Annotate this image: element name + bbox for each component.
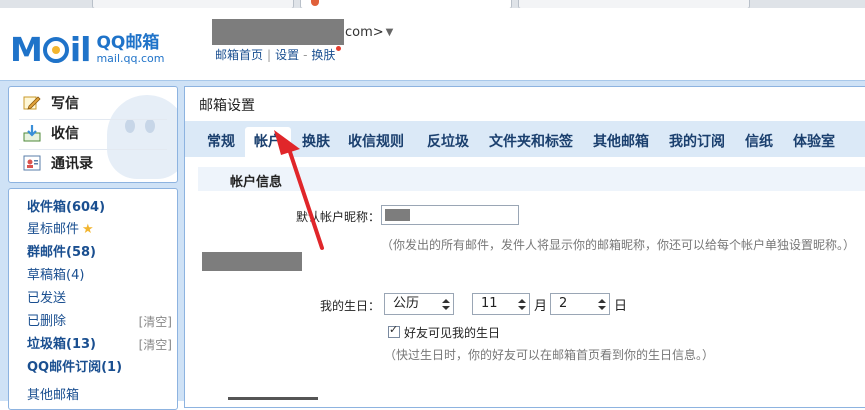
folder-sent[interactable]: 已发送 [27, 288, 172, 310]
month-unit: 月 [534, 299, 548, 314]
top-links: 邮箱首页 | 设置 - 换肤 [215, 46, 342, 63]
folder-starred[interactable]: 星标邮件 ★ [27, 219, 172, 241]
tab-account[interactable]: 帐户 [245, 127, 291, 157]
spinner-arrows-icon [598, 296, 606, 312]
compose-button[interactable]: 写信 [23, 91, 79, 115]
settings-tabs: 常规 帐户 换肤 收信规则 反垃圾 文件夹和标签 其他邮箱 我的订阅 信纸 体验… [185, 121, 865, 157]
nickname-label: 默认帐户昵称： [295, 210, 380, 224]
section-title: 帐户信息 [230, 175, 283, 190]
logo-brand: QQ邮箱 [96, 32, 160, 53]
compose-label: 写信 [51, 96, 79, 112]
mail-header: Mil QQ邮箱 mail.qq.com com> ▼ 邮箱首页 | 设置 - 换肤 [0, 8, 865, 80]
redacted-account [212, 19, 344, 45]
qq-penguin-watermark [107, 95, 177, 179]
logo-domain: mail.qq.com [96, 51, 165, 65]
clear-deleted-link[interactable]: [清空] [139, 311, 172, 333]
contacts-label: 通讯录 [51, 156, 93, 172]
day-unit: 日 [614, 299, 628, 314]
tab-favicon-icon [311, 0, 319, 6]
logo-mark: Mil [10, 29, 91, 69]
compose-icon [23, 94, 41, 112]
qqmail-logo[interactable]: Mil QQ邮箱 mail.qq.com [10, 28, 165, 70]
new-badge-dot [336, 46, 342, 51]
tab-labs[interactable]: 体验室 [789, 127, 839, 157]
link-settings[interactable]: 设置 [275, 48, 299, 62]
clear-spam-link[interactable]: [清空] [139, 334, 172, 356]
receive-button[interactable]: 收信 [23, 121, 79, 145]
folder-other-mailboxes[interactable]: 其他邮箱 [27, 385, 172, 407]
calendar-select[interactable]: 公历 [384, 293, 454, 315]
redacted-nickname [385, 209, 410, 221]
folder-subscriptions[interactable]: QQ邮件订阅(1) [27, 357, 172, 379]
month-select[interactable]: 11 [472, 293, 530, 315]
link-mail-home[interactable]: 邮箱首页 [215, 48, 263, 62]
tab-folders-labels[interactable]: 文件夹和标签 [485, 127, 577, 157]
folder-drafts[interactable]: 草稿箱(4) [27, 265, 172, 287]
tab-stationery[interactable]: 信纸 [741, 127, 777, 157]
birthday-hint: （快过生日时，你的好友可以在邮箱首页看到你的生日信息。） [384, 348, 715, 362]
page-title: 邮箱设置 [199, 98, 255, 114]
contacts-button[interactable]: 通讯录 [23, 151, 93, 175]
nickname-hint: （你发出的所有邮件，发件人将显示你的邮箱昵称，你还可以给每个帐户单独设置昵称。） [381, 238, 856, 252]
folder-group[interactable]: 群邮件(58) [27, 242, 172, 264]
redacted-block [202, 252, 302, 271]
tab-skin[interactable]: 换肤 [295, 127, 337, 157]
spinner-arrows-icon [442, 296, 450, 312]
receive-label: 收信 [51, 126, 79, 142]
tab-my-subscriptions[interactable]: 我的订阅 [665, 127, 729, 157]
tab-receive-rules[interactable]: 收信规则 [345, 127, 407, 157]
account-suffix: com> [345, 24, 384, 40]
folder-list: 收件箱(604) 星标邮件 ★ 群邮件(58) 草稿箱(4) 已发送 已删除 [清空… [8, 188, 178, 410]
day-select[interactable]: 2 [550, 293, 610, 315]
tab-other-mailboxes[interactable]: 其他邮箱 [589, 127, 653, 157]
spinner-arrows-icon [518, 296, 526, 312]
birthday-visible-checkbox[interactable] [388, 323, 400, 338]
nickname-input[interactable] [381, 205, 519, 225]
birthday-label: 我的生日： [319, 299, 380, 313]
tab-anti-spam[interactable]: 反垃圾 [423, 127, 473, 157]
birthday-visible-label: 好友可见我的生日 [404, 326, 501, 340]
tab-general[interactable]: 常规 [199, 127, 243, 157]
star-icon: ★ [82, 222, 94, 237]
section-header: 帐户信息 [198, 167, 865, 191]
inbox-download-icon [23, 124, 41, 142]
folder-deleted[interactable]: 已删除 [清空] [27, 311, 172, 333]
next-section-title-cut [228, 394, 318, 400]
caret-down-icon[interactable]: ▼ [386, 27, 394, 38]
folder-inbox[interactable]: 收件箱(604) [27, 197, 172, 219]
logo-text: QQ邮箱 mail.qq.com [96, 34, 164, 65]
contacts-card-icon [23, 154, 41, 172]
quick-actions: 写信 收信 通讯录 [8, 86, 178, 183]
link-skin[interactable]: 换肤 [311, 48, 335, 62]
folder-spam[interactable]: 垃圾箱(13) [清空] [27, 334, 172, 356]
account-switcher[interactable]: com> ▼ [212, 18, 393, 46]
